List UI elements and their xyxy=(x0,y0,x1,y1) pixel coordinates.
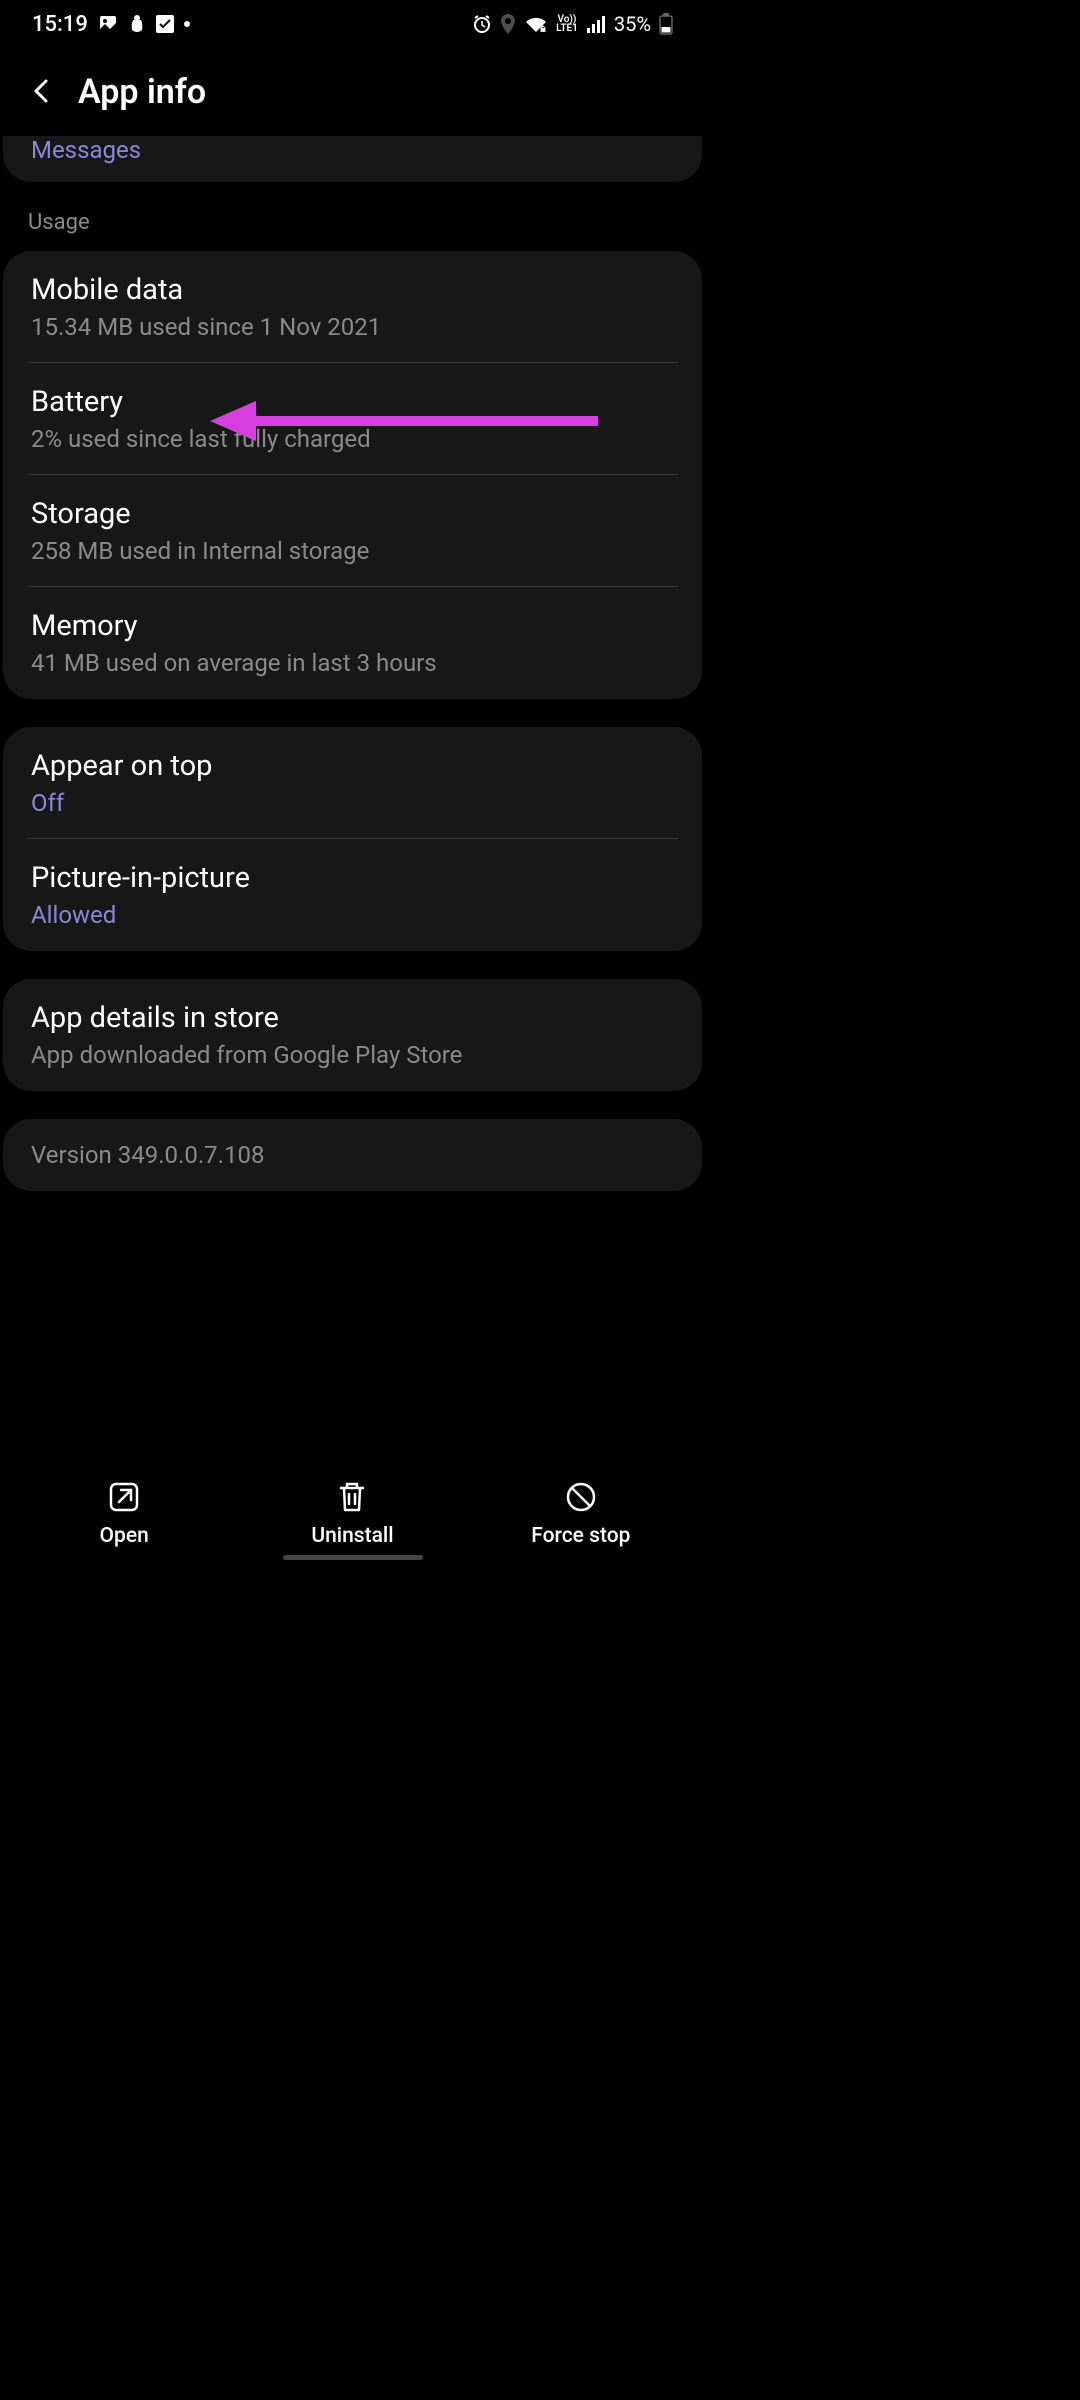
messaging-app-card[interactable]: ▪▪▪▪▪▪▪▪▪▪▪▪▪ Messages xyxy=(3,136,702,182)
trash-icon xyxy=(335,1480,369,1514)
pip-title: Picture-in-picture xyxy=(31,861,674,895)
uninstall-label: Uninstall xyxy=(311,1524,393,1548)
image-icon xyxy=(98,14,118,34)
force-stop-button[interactable]: Force stop xyxy=(467,1480,695,1548)
checkbox-icon xyxy=(156,15,174,33)
version-card: Version 349.0.0.7.108 xyxy=(3,1119,702,1191)
battery-title: Battery xyxy=(31,385,674,419)
storage-subtitle: 258 MB used in Internal storage xyxy=(31,537,674,565)
notification-icon xyxy=(128,14,146,34)
battery-percent: 35% xyxy=(614,12,651,36)
mobile-data-item[interactable]: Mobile data 15.34 MB used since 1 Nov 20… xyxy=(3,251,702,363)
page-title: App info xyxy=(78,72,206,112)
storage-item[interactable]: Storage 258 MB used in Internal storage xyxy=(3,475,702,587)
open-icon xyxy=(107,1480,141,1514)
storage-title: Storage xyxy=(31,497,674,531)
status-left: 15:19 xyxy=(32,12,190,37)
nav-handle[interactable] xyxy=(283,1555,423,1560)
location-icon xyxy=(500,14,516,34)
memory-title: Memory xyxy=(31,609,674,643)
open-label: Open xyxy=(100,1524,149,1548)
alarm-icon xyxy=(472,14,492,34)
status-right: Vo)) LTE1 35% xyxy=(472,12,673,36)
status-bar: 15:19 Vo)) LTE1 35% xyxy=(0,0,705,48)
appear-on-top-value: Off xyxy=(31,789,674,817)
appear-on-top-title: Appear on top xyxy=(31,749,674,783)
mobile-data-title: Mobile data xyxy=(31,273,674,307)
pip-item[interactable]: Picture-in-picture Allowed xyxy=(3,839,702,951)
store-details-title: App details in store xyxy=(31,1001,674,1035)
dot-icon xyxy=(184,21,190,27)
version-text: Version 349.0.0.7.108 xyxy=(31,1141,674,1169)
uninstall-button[interactable]: Uninstall xyxy=(238,1480,466,1548)
signal-icon xyxy=(586,15,606,33)
appear-on-top-item[interactable]: Appear on top Off xyxy=(3,727,702,839)
battery-subtitle: 2% used since last fully charged xyxy=(31,425,674,453)
messages-subtitle: Messages xyxy=(3,136,702,164)
status-time: 15:19 xyxy=(32,12,88,37)
store-details-card[interactable]: App details in store App downloaded from… xyxy=(3,979,702,1091)
force-stop-label: Force stop xyxy=(531,1524,630,1548)
store-details-subtitle: App downloaded from Google Play Store xyxy=(31,1041,674,1069)
open-button[interactable]: Open xyxy=(10,1480,238,1548)
wifi-icon xyxy=(524,14,548,34)
battery-icon xyxy=(659,13,673,35)
stop-icon xyxy=(564,1480,598,1514)
battery-item[interactable]: Battery 2% used since last fully charged xyxy=(3,363,702,475)
content: ▪▪▪▪▪▪▪▪▪▪▪▪▪ Messages Usage Mobile data… xyxy=(0,136,705,1191)
usage-section-label: Usage xyxy=(0,210,705,251)
page-header: App info xyxy=(0,48,705,136)
back-icon[interactable] xyxy=(28,74,54,110)
lte-indicator: Vo)) LTE1 xyxy=(556,15,578,33)
memory-subtitle: 41 MB used on average in last 3 hours xyxy=(31,649,674,677)
display-card: Appear on top Off Picture-in-picture All… xyxy=(3,727,702,951)
bottom-action-bar: Open Uninstall Force stop xyxy=(0,1460,705,1566)
pip-value: Allowed xyxy=(31,901,674,929)
mobile-data-subtitle: 15.34 MB used since 1 Nov 2021 xyxy=(31,313,674,341)
memory-item[interactable]: Memory 41 MB used on average in last 3 h… xyxy=(3,587,702,699)
usage-card: Mobile data 15.34 MB used since 1 Nov 20… xyxy=(3,251,702,699)
